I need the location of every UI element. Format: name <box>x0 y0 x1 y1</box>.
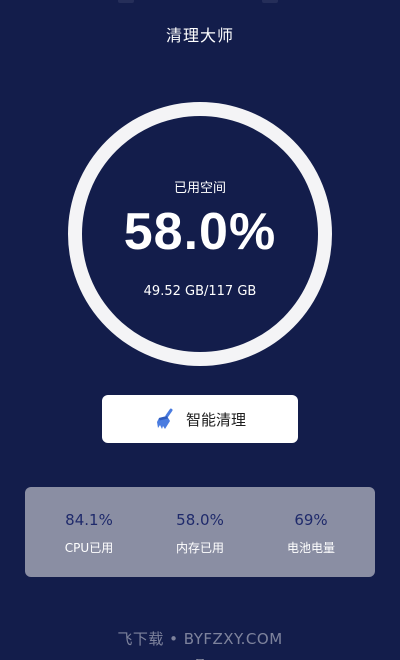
stat-value: 84.1% <box>65 511 113 529</box>
watermark: 飞下载 • BYFZXY.COM <box>117 630 283 648</box>
smart-clean-button[interactable]: 智能清理 <box>102 395 298 443</box>
status-indicator <box>262 0 278 3</box>
stat-value: 69% <box>294 511 328 529</box>
stat-cpu[interactable]: 84.1% CPU已用 <box>31 487 147 577</box>
stat-label: 电池电量 <box>286 541 335 555</box>
app-screen: 清理大师 已用空间 58.0% 49.52 GB/117 GB 智能清理 84.… <box>0 0 400 660</box>
status-indicator <box>118 0 134 3</box>
smart-clean-label: 智能清理 <box>185 410 246 429</box>
bottom-nav <box>0 650 400 660</box>
status-bar <box>0 0 400 16</box>
profile-icon[interactable] <box>325 652 341 660</box>
home-icon[interactable] <box>58 652 74 660</box>
storage-percent: 58.0% <box>123 203 277 261</box>
stat-label: CPU已用 <box>64 541 114 555</box>
page-title: 清理大师 <box>165 26 234 45</box>
stat-battery[interactable]: 69% 电池电量 <box>253 487 369 577</box>
toolbox-icon[interactable] <box>192 652 208 660</box>
stat-memory[interactable]: 58.0% 内存已用 <box>142 487 258 577</box>
broom-icon <box>154 407 178 431</box>
stat-label: 内存已用 <box>175 541 224 555</box>
storage-label: 已用空间 <box>173 181 226 196</box>
stat-value: 58.0% <box>176 511 224 529</box>
storage-detail: 49.52 GB/117 GB <box>143 284 257 299</box>
stats-card: 84.1% CPU已用 58.0% 内存已用 69% 电池电量 <box>25 487 375 577</box>
